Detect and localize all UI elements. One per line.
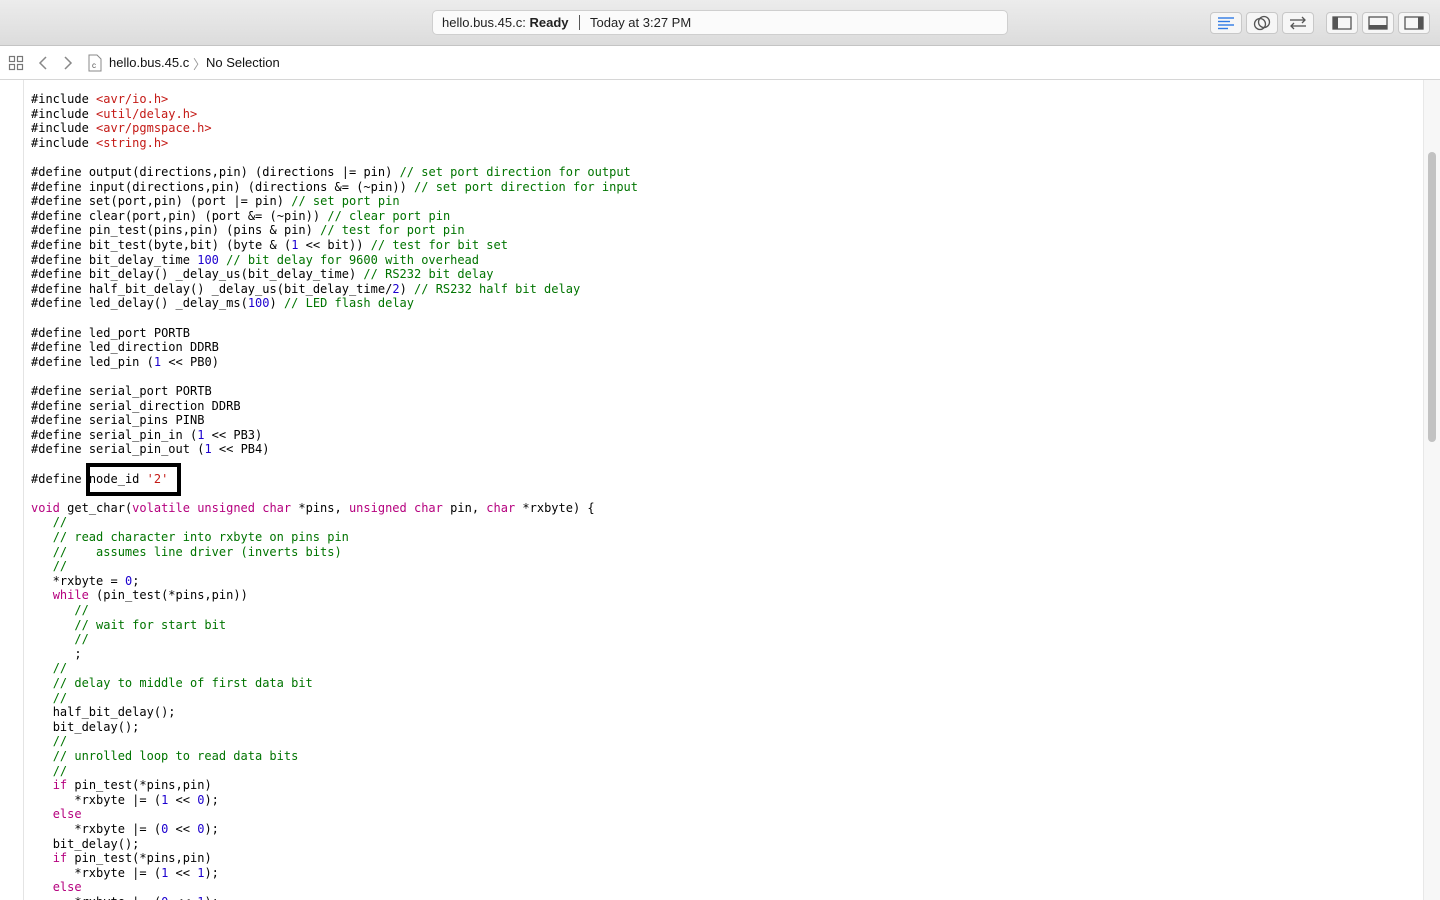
navigator-toggle-icon xyxy=(1332,16,1352,30)
code-line: half_bit_delay(); xyxy=(52,705,176,720)
version-editor-button[interactable] xyxy=(1282,12,1314,34)
code-line: *rxbyte = 0; xyxy=(31,573,140,588)
utilities-toggle-icon xyxy=(1404,16,1424,30)
code-line: // xyxy=(52,690,68,705)
code-line: #define output(directions,pin) (directio… xyxy=(31,165,631,179)
forward-chevron-icon[interactable] xyxy=(62,55,74,71)
title-bar: hello.bus.45.c: Ready Today at 3:27 PM xyxy=(0,0,1440,46)
related-items-grid-icon[interactable] xyxy=(8,55,24,71)
code-line: #define led_direction DDRB xyxy=(31,340,219,355)
code-line: #define half_bit_delay() _delay_us(bit_d… xyxy=(31,281,581,296)
back-chevron-icon[interactable] xyxy=(37,55,49,71)
code-line: #include <avr/pgmspace.h> xyxy=(31,121,212,136)
code-line: *rxbyte |= (1 << 0); xyxy=(31,792,219,807)
scrollbar-thumb[interactable] xyxy=(1428,152,1436,442)
code-line: #define serial_port PORTB xyxy=(31,384,212,398)
code-line: #include <avr/io.h> xyxy=(31,92,169,106)
code-line: // xyxy=(74,632,89,647)
utilities-toggle-button[interactable] xyxy=(1398,12,1430,34)
debug-area-toggle-icon xyxy=(1368,16,1388,30)
svg-text:c: c xyxy=(92,61,96,70)
code-line: #define led_delay() _delay_ms(100) // LE… xyxy=(31,296,414,311)
code-line: // xyxy=(52,515,68,530)
code-line: *rxbyte |= (1 << 1); xyxy=(31,865,219,880)
assistant-editor-icon xyxy=(1253,15,1271,31)
code-line: #define bit_delay() _delay_us(bit_delay_… xyxy=(31,267,494,282)
code-line: #define led_port PORTB xyxy=(31,325,190,340)
code-line: #define serial_pin_in (1 << PB3) xyxy=(31,427,263,442)
standard-editor-button[interactable] xyxy=(1210,12,1242,34)
code-line: #define serial_pins PINB xyxy=(31,413,205,428)
assistant-editor-button[interactable] xyxy=(1246,12,1278,34)
code-line: #define set(port,pin) (port |= pin) // s… xyxy=(31,194,400,209)
code-line: // xyxy=(52,734,68,749)
code-line: #define pin_test(pins,pin) (pins & pin) … xyxy=(31,223,465,238)
code-line: bit_delay(); xyxy=(52,719,140,734)
jump-bar: c hello.bus.45.c 〉 No Selection xyxy=(0,46,1440,80)
standard-editor-icon xyxy=(1218,17,1234,30)
code-line: // read character into rxbyte on pins pi… xyxy=(52,530,349,544)
code-line: // xyxy=(52,763,68,778)
code-editor[interactable]: #include <avr/io.h> #include <util/delay.… xyxy=(31,92,1411,900)
code-line: #define input(directions,pin) (direction… xyxy=(31,179,638,194)
code-line: bit_delay(); xyxy=(52,836,140,851)
code-line: *rxbyte |= (0 << 1); xyxy=(31,895,219,900)
code-line: ; xyxy=(31,646,82,661)
code-line: void get_char(volatile unsigned char *pi… xyxy=(31,500,595,515)
breadcrumb-selection[interactable]: No Selection xyxy=(206,55,280,70)
code-line: while (pin_test(*pins,pin)) xyxy=(52,588,248,603)
code-line: else xyxy=(52,880,82,895)
code-line: if pin_test(*pins,pin) xyxy=(52,851,212,866)
debug-area-toggle-button[interactable] xyxy=(1362,12,1394,34)
code-line: #include <string.h> xyxy=(31,135,169,150)
version-editor-icon xyxy=(1290,16,1306,30)
breadcrumb-separator: 〉 xyxy=(193,57,207,72)
code-line: // xyxy=(52,559,68,574)
code-line: #include <util/delay.h> xyxy=(31,106,198,121)
code-line: #define serial_direction DDRB xyxy=(31,398,241,413)
code-line: #define led_pin (1 << PB0) xyxy=(31,354,219,369)
code-line: *rxbyte |= (0 << 0); xyxy=(31,822,219,836)
code-line: // xyxy=(74,603,89,617)
breadcrumb-file[interactable]: hello.bus.45.c xyxy=(109,55,189,70)
code-line: // assumes line driver (inverts bits) xyxy=(52,544,342,559)
code-line: if pin_test(*pins,pin) xyxy=(52,778,212,793)
code-line: // xyxy=(52,661,68,676)
code-line: #define serial_pin_out (1 << PB4) xyxy=(31,442,270,457)
highlight-box xyxy=(86,463,181,496)
code-line: #define clear(port,pin) (port &= (~pin))… xyxy=(31,208,451,223)
code-line: #define bit_delay_time 100 // bit delay … xyxy=(31,252,480,267)
code-line: // delay to middle of first data bit xyxy=(52,676,313,690)
code-line: #define bit_test(byte,bit) (byte & (1 <<… xyxy=(31,238,508,252)
status-divider xyxy=(579,15,580,30)
status-time: Today at 3:27 PM xyxy=(590,15,692,30)
c-file-icon: c xyxy=(88,54,102,72)
status-filename: hello.bus.45.c: Ready xyxy=(442,15,569,30)
editor-gutter xyxy=(0,80,24,900)
navigator-toggle-button[interactable] xyxy=(1326,12,1358,34)
activity-status: hello.bus.45.c: Ready Today at 3:27 PM xyxy=(432,10,1008,35)
code-line: // wait for start bit xyxy=(74,617,227,632)
code-line: else xyxy=(52,807,82,822)
code-line: // unrolled loop to read data bits xyxy=(52,749,299,763)
